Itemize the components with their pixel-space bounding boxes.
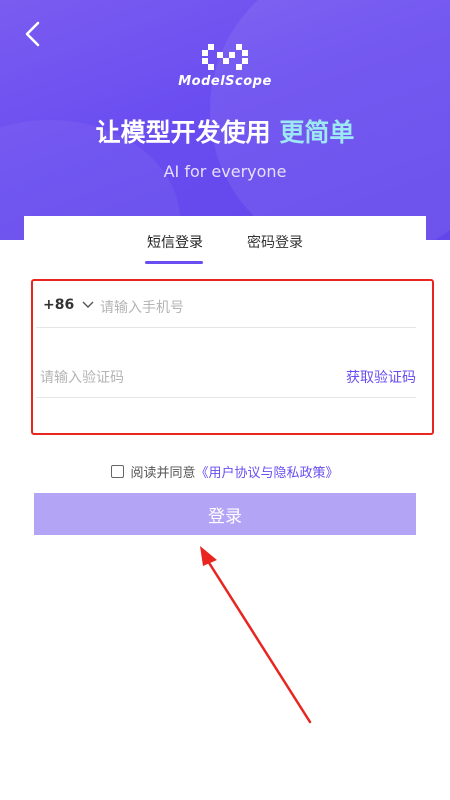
chevron-down-icon (82, 301, 94, 308)
tab-password-login[interactable]: 密码登录 (247, 232, 303, 252)
verification-code-input[interactable] (38, 365, 292, 391)
country-code-value: +86 (43, 297, 75, 313)
phone-row: +86 (36, 291, 416, 328)
login-button[interactable]: 登录 (34, 493, 416, 535)
logo: ModelScope (0, 44, 450, 89)
page-headline: 让模型开发使用 更简单 (0, 113, 450, 149)
agreement-text: 阅读并同意 (130, 466, 196, 481)
page-subtitle: AI for everyone (163, 162, 287, 181)
active-tab-indicator (145, 261, 203, 264)
headline-main: 让模型开发使用 (95, 118, 271, 147)
logo-text: ModelScope (178, 74, 272, 89)
phone-input[interactable] (98, 295, 402, 321)
modelscope-logo-icon (202, 44, 248, 70)
agreement-row: 阅读并同意 《用户协议与隐私政策》 (0, 462, 450, 481)
agreement-checkbox[interactable] (111, 465, 125, 478)
login-tabs: 短信登录 密码登录 (0, 216, 450, 266)
agreement-link[interactable]: 《用户协议与隐私政策》 (196, 462, 339, 481)
country-code-select[interactable]: +86 (43, 297, 94, 313)
verification-code-row: 获取验证码 (36, 361, 416, 398)
get-code-button[interactable]: 获取验证码 (346, 367, 416, 387)
tab-sms-login[interactable]: 短信登录 (147, 232, 203, 252)
headline-highlight: 更简单 (279, 118, 355, 147)
